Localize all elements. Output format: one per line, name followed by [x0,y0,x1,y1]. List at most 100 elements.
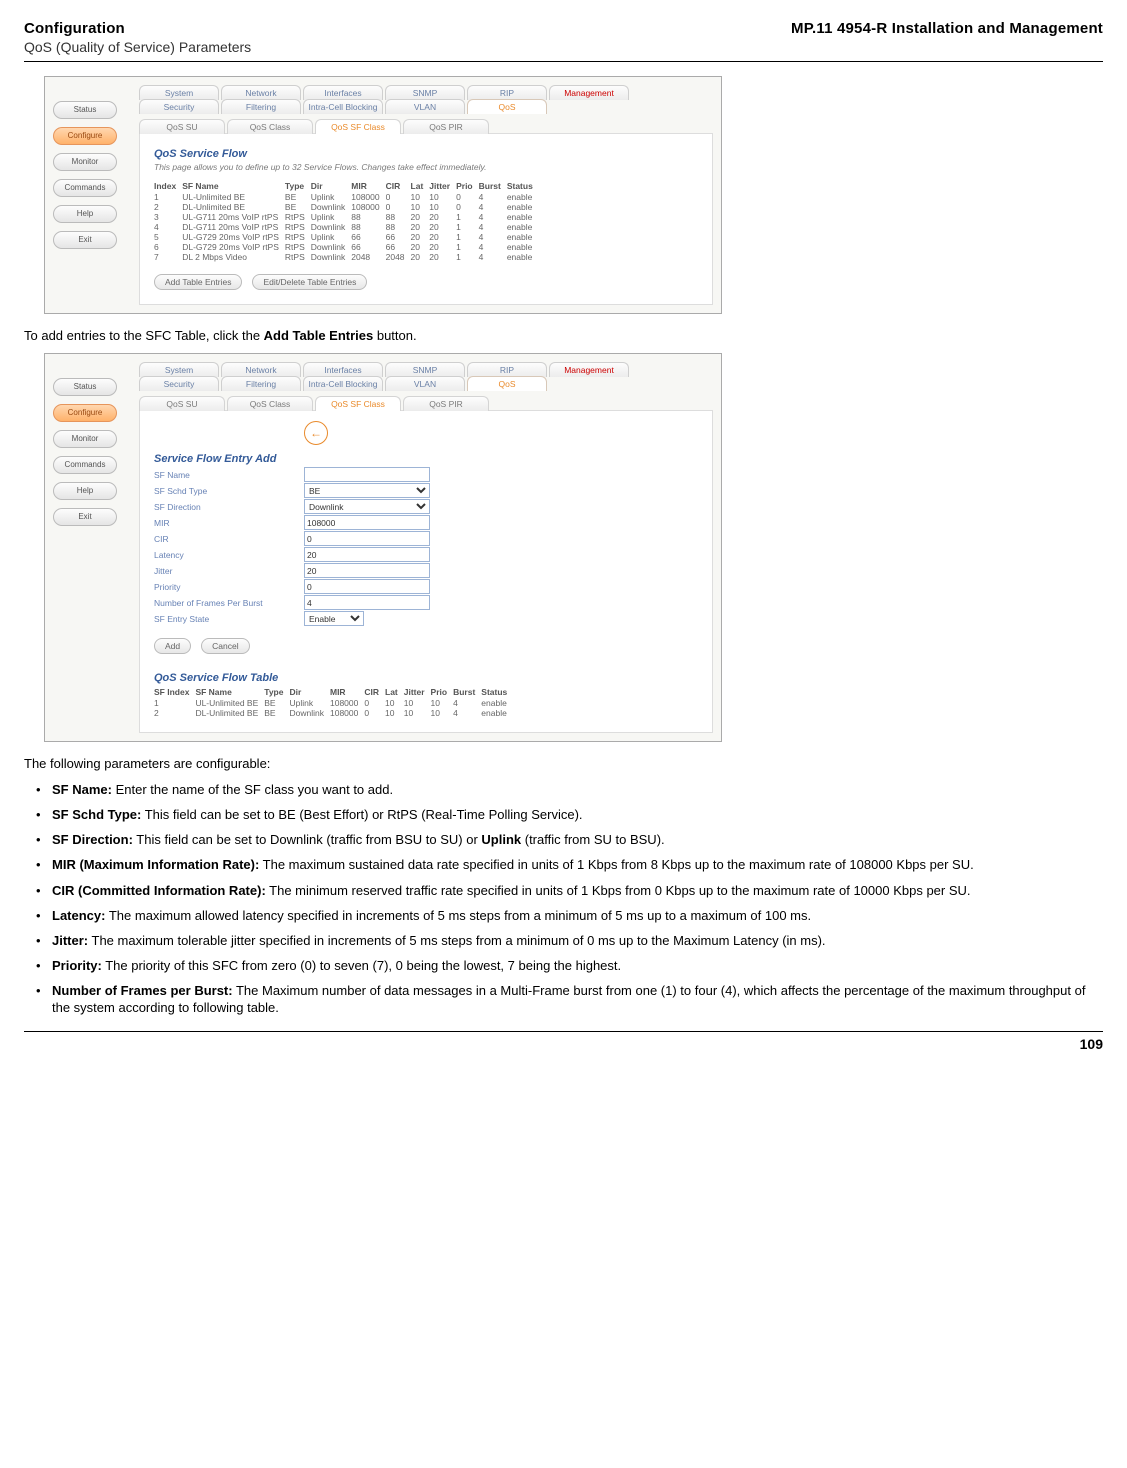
tab-snmp[interactable]: SNMP [385,85,465,100]
nav-help[interactable]: Help [53,205,117,223]
table-header: Lat [385,686,404,698]
tab-vlan-2[interactable]: VLAN [385,376,465,391]
nav-configure[interactable]: Configure [53,127,117,145]
tab-intracell[interactable]: Intra-Cell Blocking [303,99,383,114]
list-item: CIR (Committed Information Rate): The mi… [24,882,1103,899]
nav-commands[interactable]: Commands [53,179,117,197]
nav-help-2[interactable]: Help [53,482,117,500]
list-item: MIR (Maximum Information Rate): The maxi… [24,856,1103,873]
table-header: Dir [289,686,330,698]
tab-interfaces-2[interactable]: Interfaces [303,362,383,377]
subtabs: QoS SU QoS Class QoS SF Class QoS PIR [139,113,713,134]
sf-table-title: QoS Service Flow Table [154,672,698,684]
list-item: SF Name: Enter the name of the SF class … [24,781,1103,798]
state-label: SF Entry State [154,614,304,624]
nav-exit-2[interactable]: Exit [53,508,117,526]
state-select[interactable]: Enable [304,611,364,626]
tab-management-2[interactable]: Management [549,362,629,377]
back-icon[interactable]: ← [304,421,328,445]
sf-name-input[interactable] [304,467,430,482]
list-item: Jitter: The maximum tolerable jitter spe… [24,932,1103,949]
table-header: Prio [456,180,479,192]
tab-network[interactable]: Network [221,85,301,100]
jitter-input[interactable] [304,563,430,578]
subtab-qos-su[interactable]: QoS SU [139,119,225,134]
nav-configure-2[interactable]: Configure [53,404,117,422]
sf-dir-select[interactable]: Downlink [304,499,430,514]
mir-input[interactable] [304,515,430,530]
table-header: CIR [386,180,411,192]
tab-security[interactable]: Security [139,99,219,114]
subtab-qos-pir[interactable]: QoS PIR [403,119,489,134]
table-row: 3UL-G711 20ms VoIP rtPSRtPSUplink8888202… [154,212,539,222]
priority-input[interactable] [304,579,430,594]
header-right-title: MP.11 4954-R Installation and Management [791,20,1103,37]
text-add-entries: To add entries to the SFC Table, click t… [24,328,1103,343]
header-left-title: Configuration [24,20,125,37]
tab-filtering-2[interactable]: Filtering [221,376,301,391]
list-item: SF Direction: This field can be set to D… [24,831,1103,848]
tab-network-2[interactable]: Network [221,362,301,377]
header-rule [24,61,1103,62]
table-row: 1UL-Unlimited BEBEUplink1080000101004ena… [154,192,539,202]
table-header: Status [507,180,539,192]
add-table-entries-button[interactable]: Add Table Entries [154,274,242,290]
form-title: Service Flow Entry Add [154,453,698,465]
nav-monitor-2[interactable]: Monitor [53,430,117,448]
table-row: 2DL-Unlimited BEBEDownlink10800001010104… [154,708,513,718]
subtab-qos-sf-class-2[interactable]: QoS SF Class [315,396,401,411]
frames-input[interactable] [304,595,430,610]
table-header: MIR [330,686,364,698]
nav-monitor[interactable]: Monitor [53,153,117,171]
tab-management[interactable]: Management [549,85,629,100]
table-header: Status [481,686,513,698]
tab-intracell-2[interactable]: Intra-Cell Blocking [303,376,383,391]
nav-exit[interactable]: Exit [53,231,117,249]
tab-vlan[interactable]: VLAN [385,99,465,114]
cir-label: CIR [154,534,304,544]
tab-qos[interactable]: QoS [467,99,547,114]
nav-status[interactable]: Status [53,101,117,119]
service-flow-table: IndexSF NameTypeDirMIRCIRLatJitterPrioBu… [154,180,539,262]
sf-schd-label: SF Schd Type [154,486,304,496]
subtab-qos-su-2[interactable]: QoS SU [139,396,225,411]
cancel-button[interactable]: Cancel [201,638,249,654]
subtab-qos-class[interactable]: QoS Class [227,119,313,134]
sidebar-nav: Status Configure Monitor Commands Help E… [53,101,119,249]
sf-schd-select[interactable]: BE [304,483,430,498]
tabs-secondary: Security Filtering Intra-Cell Blocking V… [139,99,713,114]
table-header: MIR [351,180,385,192]
jitter-label: Jitter [154,566,304,576]
header-left-sub: QoS (Quality of Service) Parameters [24,39,1103,55]
table-header: Lat [411,180,430,192]
table-header: Jitter [404,686,431,698]
edit-delete-table-entries-button[interactable]: Edit/Delete Table Entries [252,274,367,290]
frames-label: Number of Frames Per Burst [154,598,304,608]
latency-input[interactable] [304,547,430,562]
add-button[interactable]: Add [154,638,191,654]
table-header: CIR [364,686,385,698]
footer-rule [24,1031,1103,1032]
cir-input[interactable] [304,531,430,546]
tab-qos-2[interactable]: QoS [467,376,547,391]
tab-security-2[interactable]: Security [139,376,219,391]
subtab-qos-class-2[interactable]: QoS Class [227,396,313,411]
subtab-qos-pir-2[interactable]: QoS PIR [403,396,489,411]
nav-status-2[interactable]: Status [53,378,117,396]
subtab-qos-sf-class[interactable]: QoS SF Class [315,119,401,134]
priority-label: Priority [154,582,304,592]
table-row: 5UL-G729 20ms VoIP rtPSRtPSUplink6666202… [154,232,539,242]
tab-snmp-2[interactable]: SNMP [385,362,465,377]
tab-filtering[interactable]: Filtering [221,99,301,114]
list-item: Latency: The maximum allowed latency spe… [24,907,1103,924]
tab-rip[interactable]: RIP [467,85,547,100]
tabs-primary: System Network Interfaces SNMP RIP Manag… [139,85,713,100]
latency-label: Latency [154,550,304,560]
table-header: SF Name [195,686,264,698]
tab-interfaces[interactable]: Interfaces [303,85,383,100]
tab-system-2[interactable]: System [139,362,219,377]
table-row: 1UL-Unlimited BEBEUplink10800001010104en… [154,698,513,708]
tab-system[interactable]: System [139,85,219,100]
nav-commands-2[interactable]: Commands [53,456,117,474]
tab-rip-2[interactable]: RIP [467,362,547,377]
